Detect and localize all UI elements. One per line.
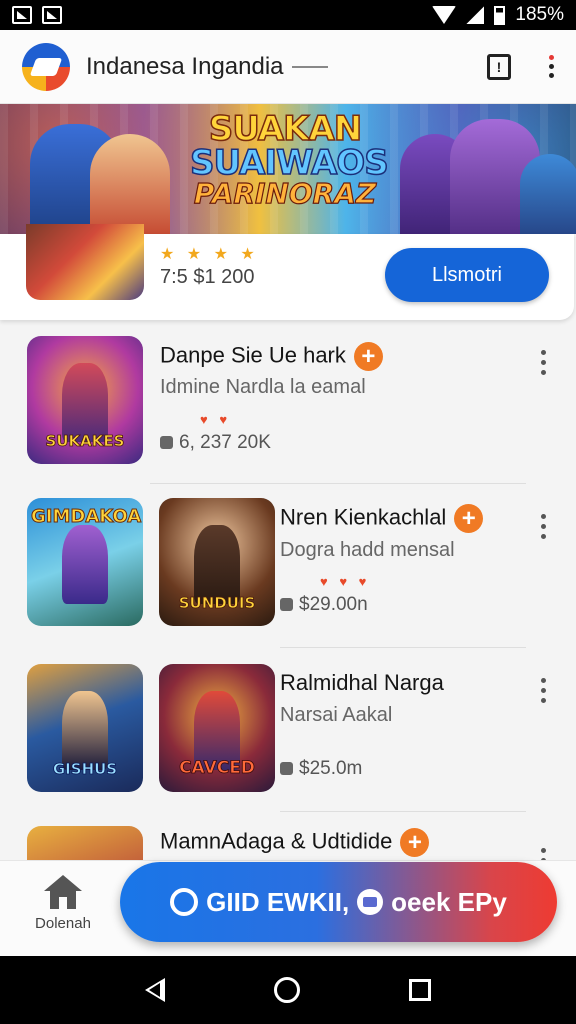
list-item[interactable]: GIMDAKOA SUNDUIS Nren Kienkachlal + Dogra… — [0, 484, 576, 648]
app-bar: Indanesa Ingandia ! — [0, 30, 576, 104]
status-bar: 185% — [0, 0, 576, 30]
report-icon[interactable]: ! — [487, 53, 511, 80]
battery-text: 185% — [515, 4, 564, 25]
item-title: MamnAdaga & Udtidide + — [160, 828, 430, 857]
home-nav-item[interactable]: Dolenah — [28, 875, 98, 932]
app-thumbnail[interactable]: CAVCED — [159, 664, 275, 792]
add-icon[interactable]: + — [353, 342, 383, 371]
battery-icon — [494, 5, 506, 25]
promo-banner[interactable]: SUAKAN SUAIWAOS PARINORAZ — [0, 104, 576, 234]
item-title: Ralmidhal Narga — [280, 670, 444, 695]
cta-label-left: GIID EWKII, — [206, 886, 350, 917]
item-meta: 6, 237 20K — [160, 432, 271, 454]
rating-stars: ★ ★ ★ ★ — [160, 246, 259, 263]
item-overflow-icon[interactable] — [541, 848, 546, 860]
thumbnail-label: GIMDAKOA — [31, 506, 142, 528]
circle-icon — [170, 888, 199, 916]
back-icon[interactable] — [144, 978, 165, 1002]
banner-title-line3: PARINORAZ — [193, 177, 377, 210]
item-overflow-icon[interactable] — [541, 678, 546, 703]
item-title: Danpe Sie Ue hark + — [160, 342, 383, 371]
item-overflow-icon[interactable] — [541, 350, 546, 375]
app-thumbnail[interactable]: GIMDAKOA — [27, 498, 143, 626]
thumbnail-character — [61, 524, 109, 604]
item-subtitle: Narsai Aakal — [280, 704, 393, 726]
list-item-partial[interactable]: ★ ★ ★ ★ 7:5 $1 200 Llsmotri — [0, 224, 574, 320]
thumbnail-character — [61, 362, 109, 442]
app-thumbnail[interactable]: GISHUS — [27, 664, 143, 792]
list-item[interactable]: SUKAKES Danpe Sie Ue hark + Idmine Nardla… — [0, 320, 576, 484]
price-tag-icon — [160, 436, 173, 449]
banner-title-line2: SUAIWAOS — [189, 143, 389, 183]
item-subtitle: Dogra hadd mensal — [280, 539, 455, 561]
gallery-icon — [42, 6, 62, 24]
item-meta: $29.00n — [280, 594, 368, 616]
banner-title: SUAKAN SUAIWAOS PARINORAZ — [189, 109, 389, 210]
screen: 185% Indanesa Ingandia ! SUAKAN SUAIWAOS… — [0, 0, 576, 1024]
hearts-rating: ♥ ♥ ♥ — [320, 574, 371, 589]
app-thumbnail[interactable] — [27, 826, 143, 860]
price-tag-icon — [280, 598, 293, 611]
primary-action-button[interactable]: GIID EWKII, oeek EPy — [120, 862, 557, 942]
thumbnail-label: SUKAKES — [45, 432, 125, 451]
chat-icon — [357, 889, 384, 915]
app-logo-icon[interactable] — [22, 42, 70, 91]
item-price: 7:5 $1 200 — [160, 266, 255, 288]
list-item[interactable]: GISHUS CAVCED Ralmidhal Narga Narsai Aak… — [0, 648, 576, 812]
item-meta: $25.0m — [280, 758, 362, 780]
home-icon — [44, 875, 82, 909]
app-thumbnail[interactable] — [26, 224, 144, 300]
item-subtitle: Idmine Nardla la eamal — [160, 376, 366, 398]
home-circle-icon[interactable] — [273, 977, 300, 1003]
hearts-rating: ♥ ♥ — [200, 412, 232, 427]
banner-character — [520, 154, 576, 234]
item-title-text: Nren Kienkachlal — [280, 504, 447, 530]
item-title-text: Danpe Sie Ue hark — [160, 342, 346, 368]
cta-label-right: oeek EPy — [391, 886, 507, 917]
price-tag-icon — [280, 762, 293, 775]
notification-icon — [12, 6, 32, 24]
app-thumbnail[interactable]: SUNDUIS — [159, 498, 275, 626]
status-left — [12, 6, 62, 24]
thumbnail-label: CAVCED — [179, 758, 256, 779]
system-nav-bar — [0, 956, 576, 1024]
banner-title-line1: SUAKAN — [208, 109, 363, 149]
status-right: 185% — [432, 4, 564, 26]
item-title-text: MamnAdaga & Udtidide — [160, 828, 393, 854]
wifi-icon — [432, 6, 457, 24]
signal-icon — [466, 6, 485, 24]
thumbnail-character — [193, 524, 241, 604]
home-label: Dolenah — [35, 915, 91, 932]
thumbnail-label: GISHUS — [52, 760, 118, 779]
item-overflow-icon[interactable] — [541, 514, 546, 539]
thumbnail-label: SUNDUIS — [178, 594, 256, 613]
overflow-menu-icon[interactable] — [549, 55, 554, 78]
list-item[interactable]: MamnAdaga & Udtidide + — [0, 812, 576, 860]
app-actions: ! — [487, 53, 554, 80]
title-decoration — [291, 65, 328, 68]
app-title: Indanesa Ingandia — [86, 52, 284, 80]
download-button[interactable]: Llsmotri — [385, 248, 549, 302]
thumbnail-character — [61, 690, 109, 770]
add-icon[interactable]: + — [454, 504, 484, 533]
recents-icon[interactable] — [409, 979, 432, 1001]
add-icon[interactable]: + — [400, 828, 430, 857]
banner-character — [90, 134, 170, 234]
item-title: Nren Kienkachlal + — [280, 504, 484, 533]
app-thumbnail[interactable]: SUKAKES — [27, 336, 143, 464]
